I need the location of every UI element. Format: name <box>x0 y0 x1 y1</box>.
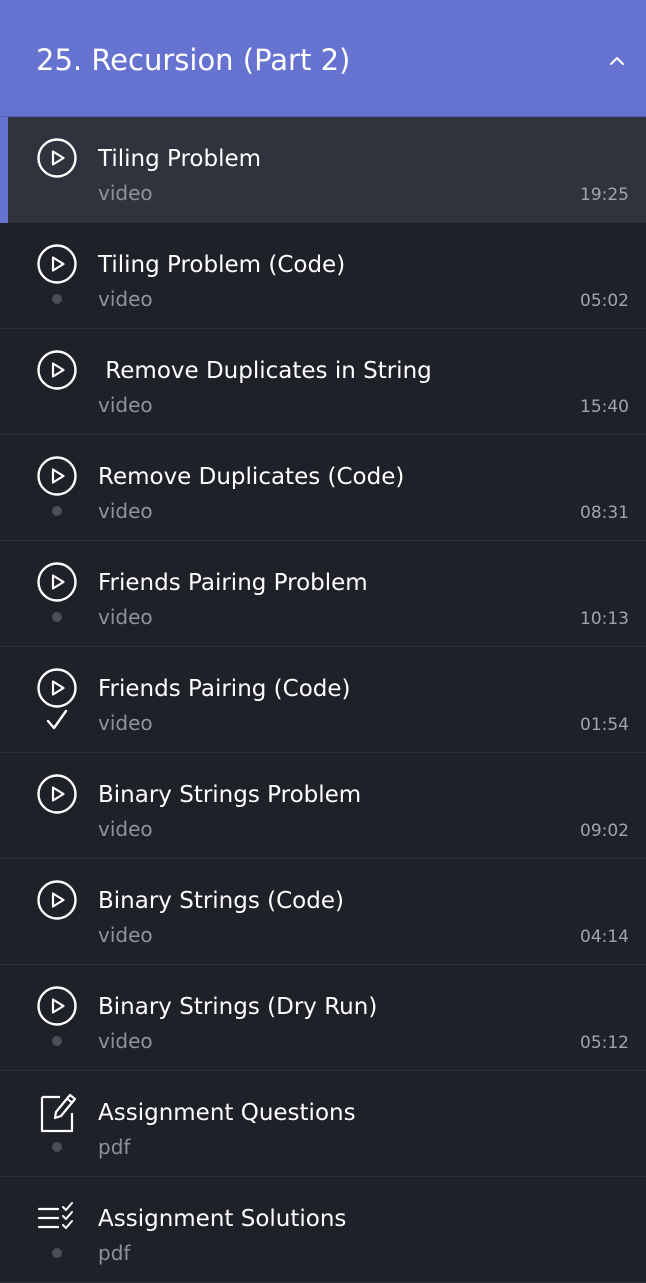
play-circle-icon <box>37 244 77 284</box>
lesson-item[interactable]: Tiling Problem (Code) video 05:02 <box>0 223 646 329</box>
play-circle-icon <box>37 668 77 708</box>
lesson-type: video <box>98 393 153 417</box>
lesson-duration: 09:02 <box>580 821 629 841</box>
play-circle-icon <box>37 350 77 390</box>
lesson-duration: 19:25 <box>580 185 629 205</box>
checkmark-icon <box>46 709 68 730</box>
lesson-item[interactable]: Tiling Problem video 19:25 <box>0 117 646 223</box>
lesson-title: Binary Strings Problem <box>98 782 362 808</box>
lesson-item[interactable]: Binary Strings (Code) video 04:14 <box>0 859 646 965</box>
lesson-title: Tiling Problem <box>98 146 262 172</box>
lesson-duration: 08:31 <box>580 503 629 523</box>
lesson-duration: 15:40 <box>580 397 629 417</box>
status-dot <box>52 294 62 304</box>
edit-document-icon <box>40 1093 77 1133</box>
lesson-type: video <box>98 499 153 523</box>
play-circle-icon <box>37 880 77 920</box>
status-dot <box>52 506 62 516</box>
lesson-type: pdf <box>98 1135 131 1159</box>
checklist-icon <box>37 1202 73 1229</box>
lesson-type: video <box>98 181 153 205</box>
lesson-item[interactable]: Friends Pairing (Code) video 01:54 <box>0 647 646 753</box>
section-title: 25. Recursion (Part 2) <box>36 43 351 77</box>
lesson-type: video <box>98 1029 153 1053</box>
lesson-item[interactable]: Binary Strings (Dry Run) video 05:12 <box>0 965 646 1071</box>
chevron-up-icon[interactable] <box>606 50 628 72</box>
lesson-duration: 10:13 <box>580 609 629 629</box>
play-circle-icon <box>37 986 77 1026</box>
lesson-title: Friends Pairing Problem <box>98 570 368 596</box>
lesson-title: Friends Pairing (Code) <box>98 676 351 702</box>
section-header[interactable]: 25. Recursion (Part 2) <box>0 0 646 117</box>
lesson-type: video <box>98 817 153 841</box>
lesson-type: video <box>98 287 153 311</box>
play-circle-icon <box>37 456 77 496</box>
lesson-duration: 05:12 <box>580 1033 629 1053</box>
status-dot <box>52 612 62 622</box>
lesson-title: Remove Duplicates (Code) <box>98 464 405 490</box>
status-dot <box>52 1248 62 1258</box>
status-dot <box>52 1036 62 1046</box>
lesson-title: Assignment Questions <box>98 1100 356 1126</box>
lesson-type: pdf <box>98 1241 131 1265</box>
lesson-duration: 01:54 <box>580 715 629 735</box>
lesson-duration: 04:14 <box>580 927 629 947</box>
lesson-title: Binary Strings (Code) <box>98 888 344 914</box>
lesson-item[interactable]: Assignment Questions pdf <box>0 1071 646 1177</box>
lesson-duration: 05:02 <box>580 291 629 311</box>
lesson-title: Assignment Solutions <box>98 1206 347 1232</box>
lesson-type: video <box>98 605 153 629</box>
status-dot <box>52 1142 62 1152</box>
lesson-title: Binary Strings (Dry Run) <box>98 994 378 1020</box>
lesson-item[interactable]: Remove Duplicates (Code) video 08:31 <box>0 435 646 541</box>
play-circle-icon <box>37 774 77 814</box>
lesson-title: Tiling Problem (Code) <box>98 252 346 278</box>
lesson-title: Remove Duplicates in String <box>98 358 432 384</box>
lesson-item[interactable]: Assignment Solutions pdf <box>0 1177 646 1283</box>
lesson-list: Tiling Problem video 19:25 Tiling Proble… <box>0 117 646 1283</box>
lesson-type: video <box>98 711 153 735</box>
lesson-item[interactable]: Remove Duplicates in String video 15:40 <box>0 329 646 435</box>
play-circle-icon <box>37 562 77 602</box>
play-circle-icon <box>37 138 77 178</box>
lesson-type: video <box>98 923 153 947</box>
lesson-item[interactable]: Friends Pairing Problem video 10:13 <box>0 541 646 647</box>
lesson-item[interactable]: Binary Strings Problem video 09:02 <box>0 753 646 859</box>
